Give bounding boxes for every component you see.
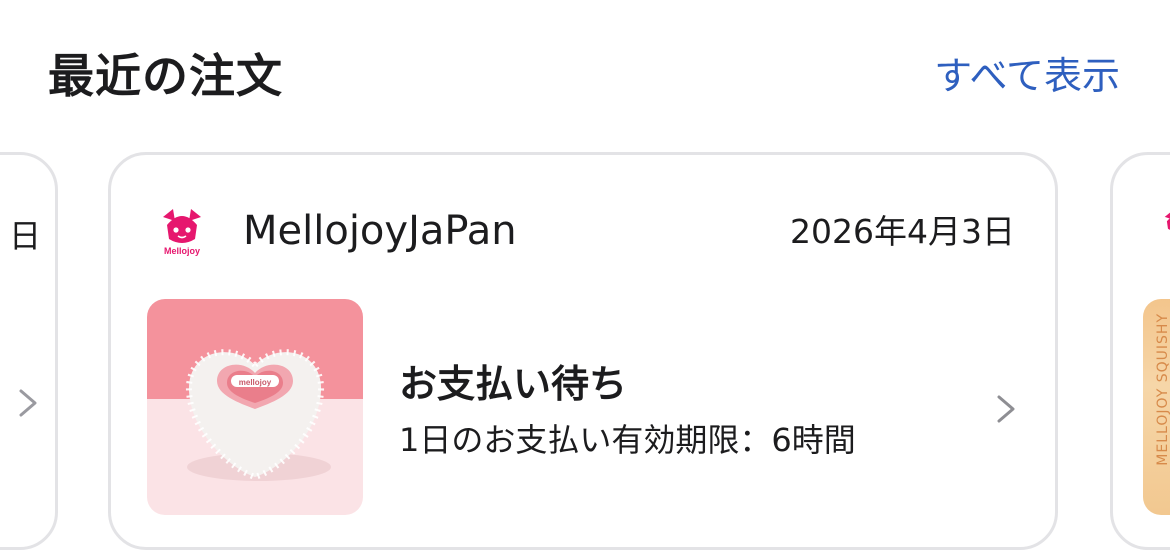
chevron-right-icon[interactable] [987, 391, 1023, 427]
order-status: お支払い待ち [399, 362, 628, 406]
payment-deadline: 1日のお支払い有効期限：6時間 [399, 421, 856, 459]
view-all-link[interactable]: すべて表示 [934, 48, 1120, 104]
product-brand-text: mellojoy [239, 378, 272, 387]
product-thumbnail: mellojoy [147, 299, 363, 515]
logo-text: Mellojoy [164, 246, 200, 256]
next-order-card[interactable]: MELLOJOY SQUISHY [1110, 152, 1170, 550]
product-thumbnail: MELLOJOY SQUISHY [1143, 299, 1170, 515]
shop-logo: Mellojoy [146, 196, 218, 268]
previous-order-card[interactable]: 日 [0, 152, 58, 550]
recent-orders-page: 最近の注文 すべて表示 日 Mellojoy MellojoyJaPan 202… [0, 0, 1170, 556]
order-date: 2026年4月3日 [790, 212, 1015, 251]
chevron-right-icon [19, 389, 37, 417]
shop-logo [1164, 212, 1170, 230]
section-title: 最近の注文 [48, 49, 283, 103]
shop-name[interactable]: MellojoyJaPan [243, 203, 517, 259]
order-date-fragment: 日 [8, 217, 41, 255]
product-brand-text: MELLOJOY SQUISHY [1155, 313, 1170, 466]
order-card[interactable]: Mellojoy MellojoyJaPan 2026年4月3日 mellojo… [108, 152, 1058, 550]
